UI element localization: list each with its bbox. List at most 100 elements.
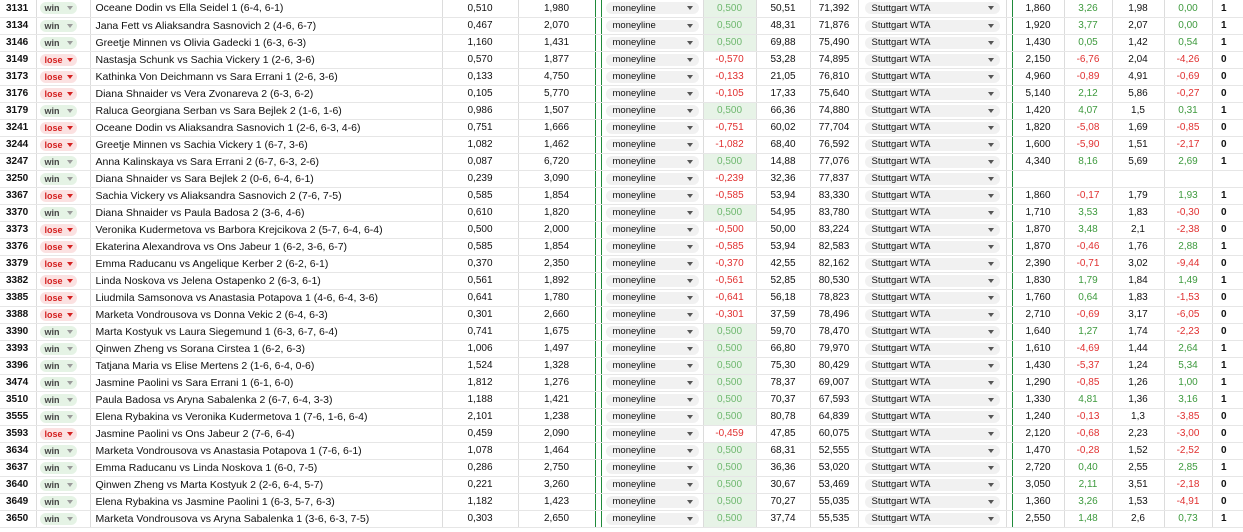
bookmaker-dropdown[interactable]: Stuttgart WTA	[864, 478, 1000, 491]
bookmaker-dropdown[interactable]: Stuttgart WTA	[864, 19, 1000, 32]
bookmaker-dropdown[interactable]: Stuttgart WTA	[864, 427, 1000, 440]
bookmaker-dropdown[interactable]: Stuttgart WTA	[864, 257, 1000, 270]
bet-type-dropdown[interactable]: moneyline	[605, 478, 699, 491]
bookmaker-dropdown[interactable]: Stuttgart WTA	[864, 393, 1000, 406]
result-dropdown[interactable]: lose	[39, 308, 77, 321]
bankroll: 55,035	[810, 493, 859, 511]
result-dropdown[interactable]: win	[39, 155, 77, 168]
result-dropdown[interactable]: win	[39, 461, 77, 474]
result-dropdown[interactable]: lose	[39, 138, 77, 151]
result-dropdown[interactable]: lose	[39, 121, 77, 134]
bookmaker-dropdown[interactable]: Stuttgart WTA	[864, 359, 1000, 372]
bet-type-dropdown[interactable]: moneyline	[605, 19, 699, 32]
result-dropdown[interactable]: win	[39, 512, 77, 525]
result-dropdown[interactable]: win	[39, 342, 77, 355]
result-dropdown[interactable]: win	[39, 325, 77, 338]
bet-type-dropdown[interactable]: moneyline	[605, 495, 699, 508]
result-dropdown[interactable]: win	[39, 19, 77, 32]
bookmaker-dropdown[interactable]: Stuttgart WTA	[864, 240, 1000, 253]
result-dropdown[interactable]: lose	[39, 53, 77, 66]
bookmaker-dropdown[interactable]: Stuttgart WTA	[864, 172, 1000, 185]
bet-type-dropdown[interactable]: moneyline	[605, 359, 699, 372]
bookmaker-dropdown[interactable]: Stuttgart WTA	[864, 2, 1000, 15]
profit-2: 3,16	[1164, 391, 1213, 409]
bookmaker-dropdown[interactable]: Stuttgart WTA	[864, 70, 1000, 83]
result-dropdown[interactable]: win	[39, 393, 77, 406]
result-dropdown[interactable]: win	[39, 495, 77, 508]
bet-type-dropdown[interactable]: moneyline	[605, 104, 699, 117]
result-dropdown[interactable]: win	[39, 104, 77, 117]
result-dropdown[interactable]: lose	[39, 70, 77, 83]
bookmaker-dropdown[interactable]: Stuttgart WTA	[864, 291, 1000, 304]
result-dropdown[interactable]: win	[39, 172, 77, 185]
bet-type-dropdown[interactable]: moneyline	[605, 70, 699, 83]
result-dropdown[interactable]: win	[39, 359, 77, 372]
bookmaker-dropdown[interactable]: Stuttgart WTA	[864, 495, 1000, 508]
result-dropdown[interactable]: lose	[39, 189, 77, 202]
bookmaker-dropdown[interactable]: Stuttgart WTA	[864, 274, 1000, 287]
bookmaker-dropdown[interactable]: Stuttgart WTA	[864, 104, 1000, 117]
bookmaker-dropdown[interactable]: Stuttgart WTA	[864, 121, 1000, 134]
result-dropdown[interactable]: win	[39, 2, 77, 15]
implied-percent: 66,36	[756, 102, 811, 120]
bet-type-dropdown[interactable]: moneyline	[605, 206, 699, 219]
result-dropdown[interactable]: win	[39, 206, 77, 219]
bet-type-dropdown[interactable]: moneyline	[605, 189, 699, 202]
bookmaker-dropdown[interactable]: Stuttgart WTA	[864, 325, 1000, 338]
bookmaker-dropdown[interactable]: Stuttgart WTA	[864, 512, 1000, 525]
bet-type-dropdown[interactable]: moneyline	[605, 291, 699, 304]
bet-type-dropdown[interactable]: moneyline	[605, 172, 699, 185]
bookmaker-dropdown[interactable]: Stuttgart WTA	[864, 138, 1000, 151]
result-dropdown[interactable]: lose	[39, 257, 77, 270]
bet-type-dropdown[interactable]: moneyline	[605, 257, 699, 270]
bookmaker-dropdown[interactable]: Stuttgart WTA	[864, 308, 1000, 321]
result-dropdown[interactable]: win	[39, 478, 77, 491]
bet-type-dropdown[interactable]: moneyline	[605, 121, 699, 134]
bet-type-dropdown[interactable]: moneyline	[605, 274, 699, 287]
result-dropdown[interactable]: lose	[39, 291, 77, 304]
bet-type-dropdown[interactable]: moneyline	[605, 444, 699, 457]
closing-odds: 1,290	[1012, 374, 1065, 392]
result-dropdown[interactable]: lose	[39, 274, 77, 287]
bookmaker-dropdown[interactable]: Stuttgart WTA	[864, 342, 1000, 355]
result-dropdown[interactable]: lose	[39, 223, 77, 236]
bet-type-dropdown[interactable]: moneyline	[605, 36, 699, 49]
bookmaker-dropdown[interactable]: Stuttgart WTA	[864, 376, 1000, 389]
bet-type-dropdown[interactable]: moneyline	[605, 53, 699, 66]
bet-type-dropdown[interactable]: moneyline	[605, 240, 699, 253]
bet-type-dropdown[interactable]: moneyline	[605, 223, 699, 236]
bookmaker-dropdown[interactable]: Stuttgart WTA	[864, 206, 1000, 219]
bet-type-dropdown[interactable]: moneyline	[605, 155, 699, 168]
closing-odds: 1,420	[1012, 102, 1065, 120]
bookmaker-dropdown[interactable]: Stuttgart WTA	[864, 223, 1000, 236]
bet-type-dropdown[interactable]: moneyline	[605, 461, 699, 474]
bet-type-dropdown[interactable]: moneyline	[605, 410, 699, 423]
bookmaker-dropdown[interactable]: Stuttgart WTA	[864, 444, 1000, 457]
bookmaker-dropdown[interactable]: Stuttgart WTA	[864, 87, 1000, 100]
bet-type-dropdown[interactable]: moneyline	[605, 376, 699, 389]
bet-type-dropdown[interactable]: moneyline	[605, 393, 699, 406]
outcome: 1	[1212, 34, 1243, 52]
bookmaker-dropdown[interactable]: Stuttgart WTA	[864, 410, 1000, 423]
bet-type-dropdown[interactable]: moneyline	[605, 138, 699, 151]
result-dropdown[interactable]: win	[39, 444, 77, 457]
result-dropdown[interactable]: win	[39, 376, 77, 389]
bookmaker-dropdown[interactable]: Stuttgart WTA	[864, 461, 1000, 474]
bet-type-dropdown[interactable]: moneyline	[605, 342, 699, 355]
bet-type-dropdown[interactable]: moneyline	[605, 2, 699, 15]
result-dropdown[interactable]: lose	[39, 240, 77, 253]
bet-type-dropdown[interactable]: moneyline	[605, 512, 699, 525]
bookmaker-dropdown[interactable]: Stuttgart WTA	[864, 36, 1000, 49]
bet-type-dropdown[interactable]: moneyline	[605, 87, 699, 100]
bookmaker-dropdown[interactable]: Stuttgart WTA	[864, 155, 1000, 168]
bookmaker-dropdown[interactable]: Stuttgart WTA	[864, 53, 1000, 66]
result-dropdown[interactable]: win	[39, 36, 77, 49]
bet-type-dropdown[interactable]: moneyline	[605, 325, 699, 338]
result-dropdown[interactable]: win	[39, 410, 77, 423]
result-dropdown[interactable]: lose	[39, 427, 77, 440]
bookmaker-dropdown[interactable]: Stuttgart WTA	[864, 189, 1000, 202]
bet-type-dropdown[interactable]: moneyline	[605, 427, 699, 440]
bet-type-dropdown[interactable]: moneyline	[605, 308, 699, 321]
result-dropdown[interactable]: lose	[39, 87, 77, 100]
clv: -5,08	[1064, 119, 1113, 137]
